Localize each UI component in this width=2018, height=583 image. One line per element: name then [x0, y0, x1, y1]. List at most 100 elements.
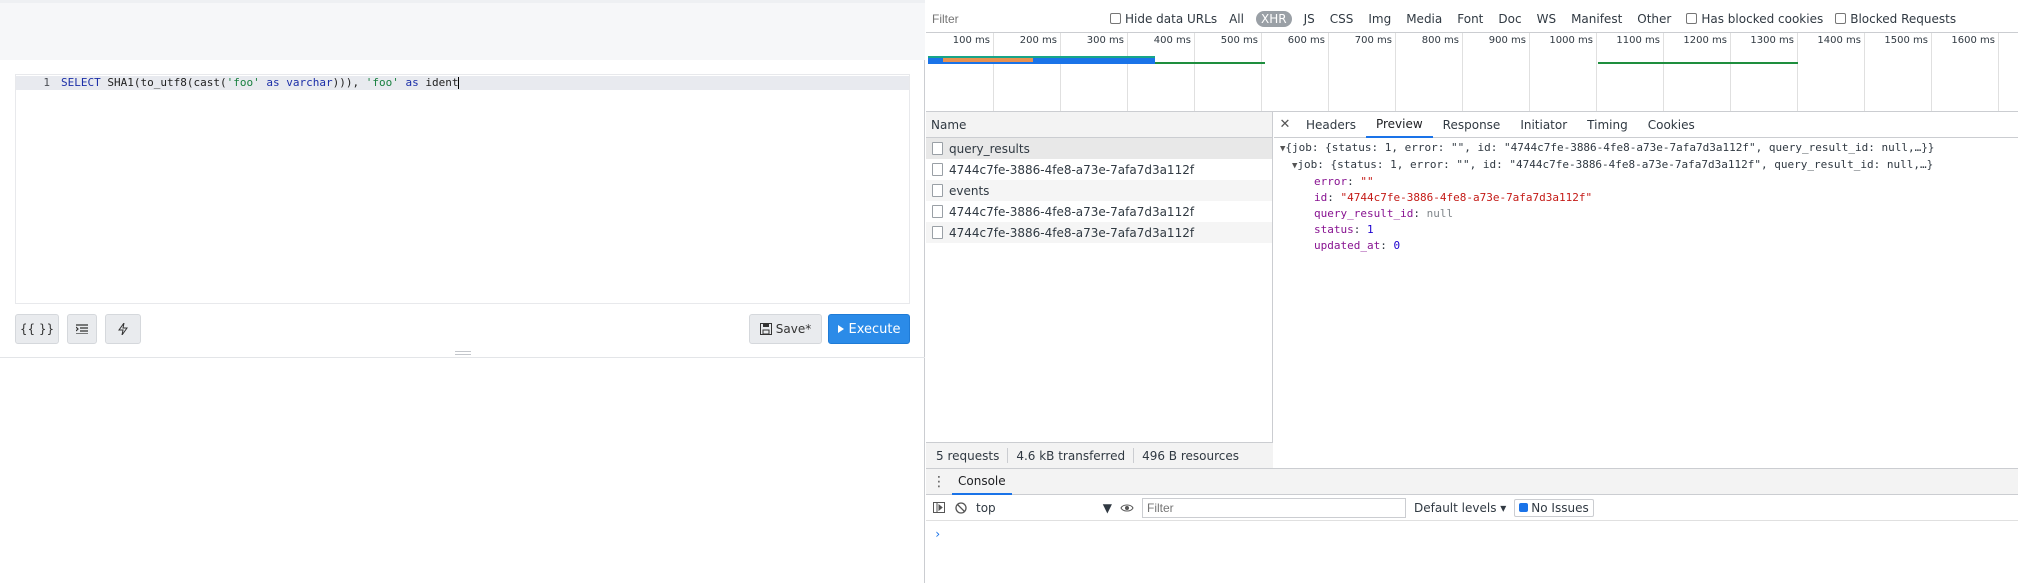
request-row[interactable]: 4744c7fe-3886-4fe8-a73e-7afa7d3a112f: [926, 159, 1272, 180]
detail-tab-bar: ✕ Headers Preview Response Initiator Tim…: [1274, 112, 2018, 138]
dropdown-arrow-icon: ▼: [1102, 500, 1112, 515]
checkbox-label: Hide data URLs: [1125, 11, 1218, 26]
tab-headers[interactable]: Headers: [1296, 113, 1366, 137]
save-button[interactable]: Save*: [749, 314, 822, 344]
timeline-request-bar: [943, 58, 1033, 62]
issues-button[interactable]: No Issues: [1514, 498, 1594, 517]
eye-icon[interactable]: [1120, 501, 1134, 515]
close-icon[interactable]: ✕: [1274, 117, 1296, 132]
request-row[interactable]: 4744c7fe-3886-4fe8-a73e-7afa7d3a112f: [926, 201, 1272, 222]
console-drawer: ⋮ Console top ▼ Default levels ▾: [926, 468, 2018, 583]
autocomplete-button[interactable]: [105, 314, 141, 344]
divider: [1133, 448, 1135, 463]
tab-response[interactable]: Response: [1433, 113, 1511, 137]
divider: [1007, 448, 1009, 463]
more-options-icon[interactable]: ⋮: [926, 474, 952, 490]
type-filter-xhr[interactable]: XHR: [1255, 10, 1292, 27]
request-list-header[interactable]: Name: [926, 112, 1272, 138]
timeline-tick-label: 800 ms: [1421, 35, 1459, 46]
json-value: 0: [1393, 239, 1401, 252]
timeline-tick-label: 400 ms: [1153, 35, 1191, 46]
timeline-tick-label: 300 ms: [1086, 35, 1124, 46]
timeline-gridline: [993, 33, 994, 111]
type-filter-img[interactable]: Img: [1365, 11, 1394, 27]
keyword-as: as: [398, 76, 426, 89]
json-field-row: status: 1: [1314, 223, 1374, 236]
json-root-row[interactable]: ▼{job: {status: 1, error: "", id: "4744c…: [1274, 140, 2018, 157]
timeline-gridline: [1127, 33, 1128, 111]
timeline-tick-label: 1500 ms: [1884, 35, 1928, 46]
timeline-gridline: [1663, 33, 1664, 111]
transferred-size: 4.6 kB transferred: [1016, 448, 1126, 463]
json-preview[interactable]: ▼{job: {status: 1, error: "", id: "4744c…: [1274, 138, 2018, 254]
tab-initiator[interactable]: Initiator: [1510, 113, 1577, 137]
tab-timing[interactable]: Timing: [1577, 113, 1638, 137]
timeline-gridline: [1931, 33, 1932, 111]
execute-button[interactable]: Execute: [828, 314, 910, 344]
timeline-gridline: [1529, 33, 1530, 111]
tab-console[interactable]: Console: [952, 469, 1012, 495]
network-overview-timeline[interactable]: 100 ms 200 ms 300 ms 400 ms 500 ms 600 m…: [926, 32, 2018, 112]
play-icon: [837, 325, 844, 333]
json-job-row[interactable]: ▼job: {status: 1, error: "", id: "4744c7…: [1274, 157, 2018, 174]
tab-preview[interactable]: Preview: [1365, 112, 1433, 138]
tab-cookies[interactable]: Cookies: [1638, 113, 1705, 137]
json-value: 1: [1367, 223, 1374, 236]
sidebar-toggle-icon[interactable]: [932, 501, 946, 515]
indent-button[interactable]: [67, 314, 97, 344]
type-filter-manifest[interactable]: Manifest: [1568, 11, 1625, 27]
timeline-gridline: [1797, 33, 1798, 111]
console-prompt[interactable]: ›: [934, 527, 941, 541]
request-row[interactable]: events: [926, 180, 1272, 201]
keyword-as: as: [259, 76, 287, 89]
hide-data-urls-checkbox[interactable]: Hide data URLs: [1110, 12, 1217, 26]
request-row[interactable]: 4744c7fe-3886-4fe8-a73e-7afa7d3a112f: [926, 222, 1272, 243]
code-line[interactable]: SELECT SHA1(to_utf8(cast('foo' as varcha…: [61, 76, 460, 90]
type-filter-other[interactable]: Other: [1634, 11, 1674, 27]
issue-icon: [1519, 503, 1529, 512]
text-cursor: [458, 77, 460, 89]
type-filter-css[interactable]: CSS: [1327, 11, 1357, 27]
console-toolbar: top ▼ Default levels ▾ No Issues: [926, 495, 2018, 521]
type-filter-media[interactable]: Media: [1403, 11, 1445, 27]
type-filter-all[interactable]: All: [1226, 11, 1247, 27]
format-query-button[interactable]: {{ }}: [15, 314, 59, 344]
document-icon: [932, 205, 943, 218]
string-foo: 'foo': [365, 76, 399, 89]
network-filter-bar: Hide data URLs All XHR JS CSS Img Media …: [926, 5, 2018, 32]
checkbox-box: [1110, 13, 1121, 24]
request-name: events: [949, 183, 990, 198]
context-selector[interactable]: top ▼: [976, 501, 1112, 515]
json-root-summary: {job: {status: 1, error: "", id: "4744c7…: [1285, 141, 1935, 154]
request-name: 4744c7fe-3886-4fe8-a73e-7afa7d3a112f: [949, 204, 1195, 219]
json-field-row: error: "": [1314, 175, 1374, 188]
timeline-gridline: [1261, 33, 1262, 111]
timeline-tick-label: 1100 ms: [1616, 35, 1660, 46]
request-row[interactable]: query_results: [926, 138, 1272, 159]
timeline-gridline: [1596, 33, 1597, 111]
timeline-tick-label: 500 ms: [1220, 35, 1258, 46]
braces-label: {{ }}: [19, 322, 55, 336]
network-filter-input[interactable]: [930, 8, 1098, 29]
timeline-gridline: [1864, 33, 1865, 111]
levels-label: Default levels: [1414, 500, 1497, 515]
type-filter-ws[interactable]: WS: [1534, 11, 1559, 27]
type-filter-font[interactable]: Font: [1454, 11, 1486, 27]
timeline-green-line: [1155, 62, 1265, 64]
timeline-green-line: [1598, 62, 1798, 64]
blocked-requests-checkbox[interactable]: Blocked Requests: [1835, 12, 1956, 26]
type-filter-js[interactable]: JS: [1301, 11, 1318, 27]
log-levels-dropdown[interactable]: Default levels ▾: [1414, 501, 1506, 515]
json-field-row: query_result_id: null: [1314, 207, 1454, 220]
timeline-gridline: [1462, 33, 1463, 111]
checkbox-label: Blocked Requests: [1850, 11, 1957, 26]
floppy-icon: [759, 323, 772, 335]
document-icon: [932, 184, 943, 197]
clear-console-icon[interactable]: [954, 501, 968, 515]
sql-editor[interactable]: 1 SELECT SHA1(to_utf8(cast('foo' as varc…: [15, 74, 910, 304]
type-filter-doc[interactable]: Doc: [1495, 11, 1524, 27]
has-blocked-cookies-checkbox[interactable]: Has blocked cookies: [1686, 12, 1823, 26]
save-label: Save*: [775, 322, 812, 336]
resize-handle[interactable]: [455, 351, 471, 355]
console-filter-input[interactable]: [1142, 497, 1406, 518]
